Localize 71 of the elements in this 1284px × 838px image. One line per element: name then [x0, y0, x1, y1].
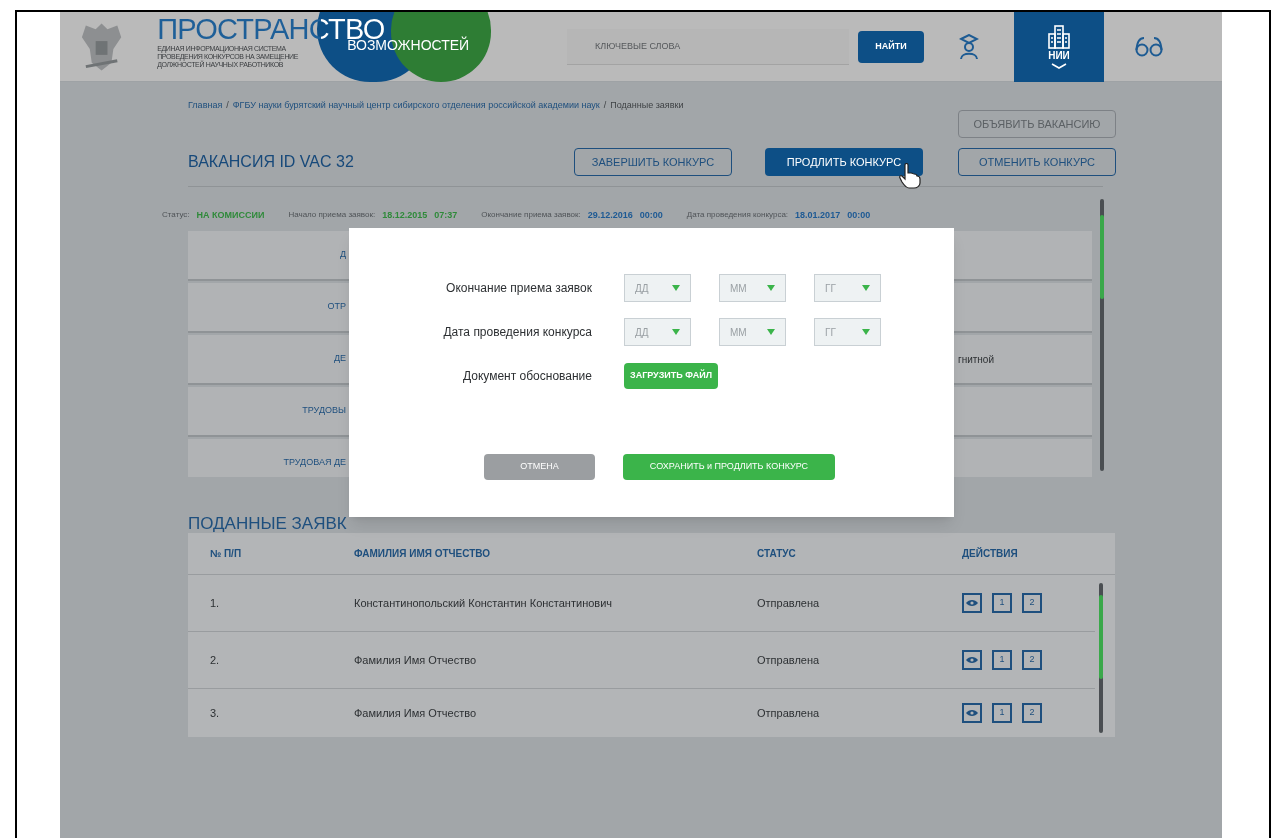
date-select[interactable]: ДД — [624, 274, 691, 302]
breadcrumb-link[interactable]: ФГБУ науки бурятский научный центр сибирского отделения российской академии наук — [232, 99, 600, 113]
eye-icon — [966, 656, 978, 664]
contest-action-button[interactable]: ОТМЕНИТЬ КОНКУРС — [958, 148, 1116, 176]
date-select[interactable]: ГГ — [814, 318, 881, 346]
status-value: 07:37 — [434, 209, 458, 223]
breadcrumb-separator: / — [603, 99, 607, 112]
scrollbar[interactable] — [1099, 583, 1103, 733]
breadcrumb-link[interactable]: Главная — [188, 99, 223, 113]
breadcrumb-link[interactable]: Поданные заявки — [610, 99, 684, 113]
document-button[interactable]: 1 — [992, 593, 1012, 613]
status-value: 18.01.2017 — [795, 209, 841, 223]
document-button[interactable]: 1 — [992, 650, 1012, 670]
search-field[interactable]: КЛЮЧЕВЫЕ СЛОВА — [567, 28, 849, 65]
eye-icon — [966, 599, 978, 607]
status-label: Дата проведения конкурса: — [686, 209, 789, 222]
dropdown-caret-icon — [862, 285, 870, 291]
table-cell-text: 2. — [209, 652, 221, 668]
cancel-button[interactable]: ОТМЕНА — [484, 454, 595, 480]
date-select[interactable]: ДД — [624, 318, 691, 346]
document-button[interactable]: 2 — [1022, 593, 1042, 613]
column-header: ДЕЙСТВИЯ — [962, 546, 1018, 561]
status-value: 29.12.2016 — [587, 209, 633, 223]
status-label: Начало приема заявок: — [288, 209, 376, 222]
date-select[interactable]: ГГ — [814, 274, 881, 302]
vacancy-title: ВАКАНСИЯ ID VAC 32 — [188, 152, 355, 172]
status-label: Статус: — [162, 209, 190, 222]
contest-action-button[interactable]: ПРОДЛИТЬ КОНКУРС — [765, 148, 923, 176]
date-select[interactable]: ММ — [719, 274, 786, 302]
glasses-icon — [1135, 35, 1163, 58]
column-header: ФАМИЛИЯ ИМЯ ОТЧЕСТВО — [354, 547, 492, 561]
status-value: 00:00 — [639, 209, 663, 223]
table-cell-text: Отправлена — [757, 652, 821, 668]
column-header: № П/П — [209, 547, 243, 561]
status-value: 18.12.2015 — [382, 209, 428, 223]
status-value: НА КОМИССИИ — [196, 209, 265, 223]
view-button[interactable] — [962, 703, 982, 723]
section-title: ПОДАННЫЕ ЗАЯВК — [188, 516, 347, 532]
upload-file-button[interactable]: ЗАГРУЗИТЬ ФАЙЛ — [624, 363, 719, 389]
buildings-icon — [1047, 24, 1071, 49]
document-button[interactable]: 2 — [1022, 650, 1042, 670]
view-button[interactable] — [962, 593, 982, 613]
hand-cursor-icon — [899, 163, 921, 189]
table-cell-text: Фамилия Имя Отчество — [354, 705, 478, 721]
chevron-down-icon — [1051, 62, 1067, 69]
institute-nav-button[interactable]: НИИ — [1014, 11, 1104, 82]
contest-action-button[interactable]: ЗАВЕРШИТЬ КОНКУРС — [574, 148, 732, 176]
save-extend-button[interactable]: СОХРАНИТЬ и ПРОДЛИТЬ КОНКУРС — [623, 454, 835, 480]
status-label: Окончание приема заявок: — [481, 209, 581, 222]
dropdown-caret-icon — [767, 285, 775, 291]
status-value: 00:00 — [847, 209, 871, 223]
field-label: Документ обоснование — [462, 368, 592, 385]
table-cell-text: Отправлена — [757, 595, 821, 611]
graduate-icon — [959, 33, 979, 60]
view-button[interactable] — [962, 650, 982, 670]
table-cell-text: 3. — [209, 705, 221, 721]
document-button[interactable]: 1 — [992, 703, 1012, 723]
eye-icon — [966, 709, 978, 717]
table-cell-text: 1. — [209, 595, 221, 611]
search-button[interactable]: НАЙТИ — [858, 30, 924, 63]
field-label: Окончание приема заявок — [445, 280, 592, 297]
table-cell-text: Отправлена — [757, 705, 821, 721]
table-cell-text: Константинопольский Константин Константинович — [354, 595, 614, 611]
announce-vacancy-button[interactable]: ОБЪЯВИТЬ ВАКАНСИЮ — [958, 110, 1116, 138]
date-select[interactable]: ММ — [719, 318, 786, 346]
scrollbar[interactable] — [1100, 199, 1104, 471]
dropdown-caret-icon — [672, 285, 680, 291]
document-button[interactable]: 2 — [1022, 703, 1042, 723]
column-header: СТАТУС — [757, 547, 797, 561]
table-cell-text: Фамилия Имя Отчество — [354, 652, 478, 668]
breadcrumb-separator: / — [226, 99, 229, 112]
